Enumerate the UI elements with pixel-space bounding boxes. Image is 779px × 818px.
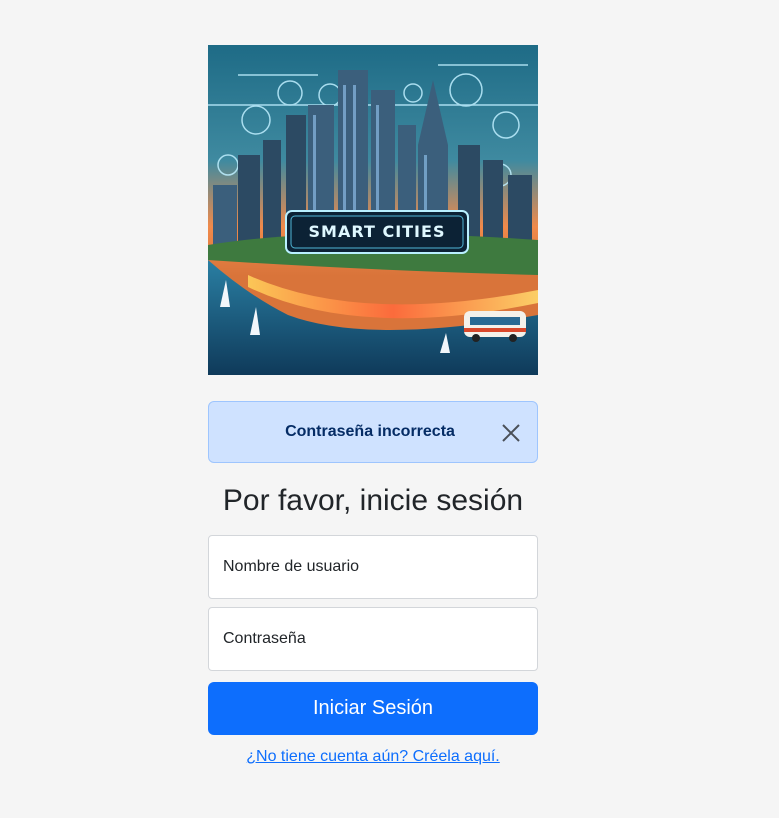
login-container: SMART CITIES Contraseña incorrecta Por f… bbox=[208, 45, 538, 766]
close-icon[interactable] bbox=[499, 421, 523, 445]
smart-cities-banner-text: SMART CITIES bbox=[309, 222, 446, 241]
error-alert: Contraseña incorrecta bbox=[208, 401, 538, 463]
password-field[interactable] bbox=[208, 607, 538, 671]
username-field[interactable] bbox=[208, 535, 538, 599]
login-button[interactable]: Iniciar Sesión bbox=[208, 682, 538, 735]
username-input[interactable] bbox=[223, 558, 537, 576]
signup-link[interactable]: ¿No tiene cuenta aún? Créela aquí. bbox=[208, 748, 538, 766]
smart-cities-image: SMART CITIES bbox=[208, 45, 538, 375]
alert-message: Contraseña incorrecta bbox=[285, 423, 455, 440]
password-input[interactable] bbox=[223, 630, 537, 648]
page-title: Por favor, inicie sesión bbox=[222, 484, 524, 517]
